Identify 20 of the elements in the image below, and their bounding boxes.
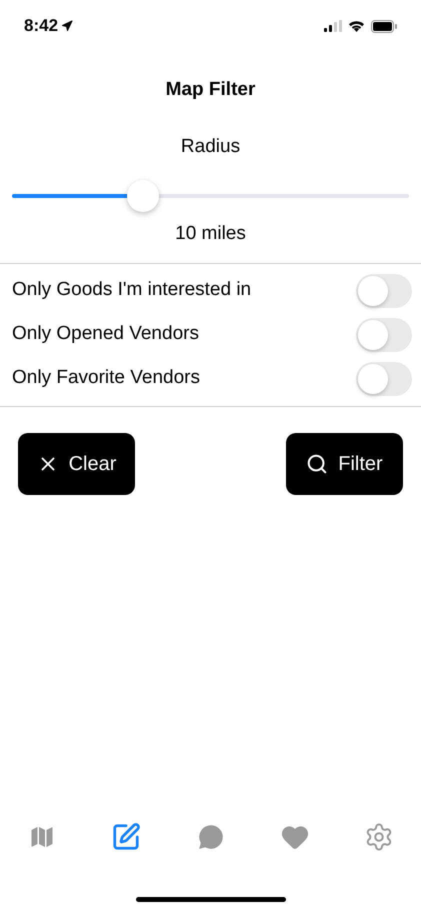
status-time: 8:42 [24, 15, 58, 38]
toggle-label: Only Opened Vendors [12, 322, 199, 346]
search-icon [306, 452, 328, 474]
radius-slider[interactable] [12, 179, 409, 213]
battery-icon [371, 20, 397, 32]
radius-label: Radius [180, 134, 240, 158]
gear-icon[interactable] [364, 822, 394, 852]
location-arrow-icon [61, 20, 74, 32]
signal-icon [324, 20, 342, 32]
clear-button[interactable]: Clear [18, 432, 135, 494]
toggle-label: Only Favorite Vendors [12, 366, 200, 390]
wifi-icon [348, 20, 365, 32]
toggle-switch[interactable] [356, 274, 412, 308]
radius-value: 10 miles [175, 222, 246, 246]
compose-icon[interactable] [111, 822, 142, 852]
toggle-switch[interactable] [356, 318, 412, 352]
screen-title: Map Filter [166, 78, 256, 102]
toggle-switch[interactable] [356, 362, 412, 396]
filter-button[interactable]: Filter [286, 432, 403, 494]
toggle-label: Only Goods I'm interested in [12, 278, 252, 302]
